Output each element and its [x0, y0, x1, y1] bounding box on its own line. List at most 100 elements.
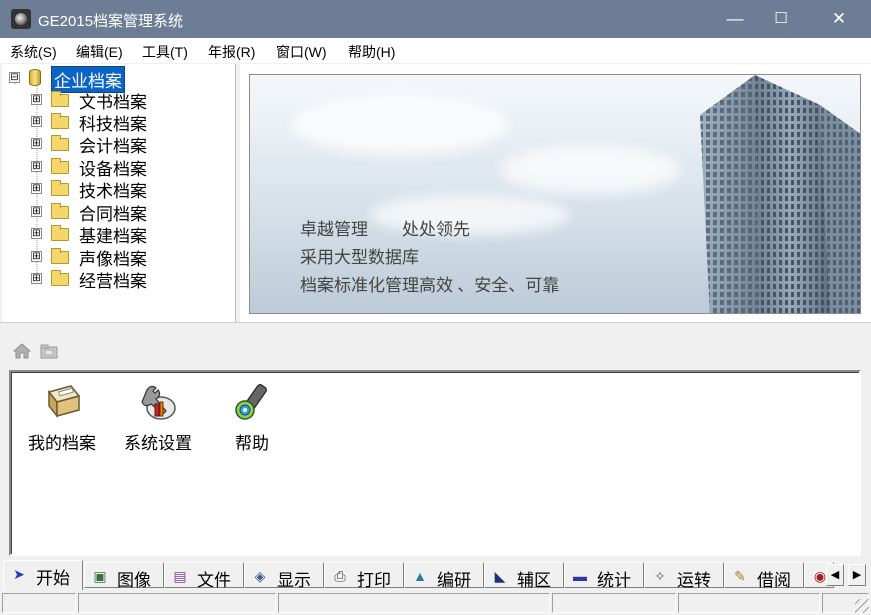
tree-item-label: 基建档案 [79, 227, 147, 246]
shortcut-help[interactable]: 帮助 [209, 380, 295, 454]
status-panel [2, 593, 76, 613]
tab-print[interactable]: ⎙ 打印 [324, 562, 404, 590]
tab-label: 文件 [197, 571, 231, 590]
home-icon[interactable] [12, 343, 32, 359]
cloud [500, 145, 680, 195]
tree-expand-icon[interactable]: ⊞ [31, 116, 42, 127]
settings-tools-icon [141, 385, 176, 420]
archive-box-icon [47, 385, 81, 419]
tree-root[interactable]: ⊟ 企业档案 [2, 66, 236, 93]
tab-research[interactable]: ▲ 编研 [404, 562, 484, 590]
status-panel [678, 593, 820, 613]
tree-item-technology[interactable]: ⊞ 科技档案 [2, 110, 236, 134]
tree-expand-icon[interactable]: ⊞ [31, 228, 42, 239]
tree-expand-icon[interactable]: ⊞ [31, 273, 42, 284]
tree-expand-icon[interactable]: ⊞ [31, 251, 42, 262]
skyscraper-illustration [700, 75, 860, 313]
module-tab-bar: ➤ 开始 ▣ 图像 ▤ 文件 ◈ 显示 ⎙ 打印 ▲ 编研 ◣ 辅区 ▬ 统计 … [0, 559, 871, 591]
status-panel [78, 593, 276, 613]
tab-label: 辅区 [517, 571, 551, 590]
folder-nav-icon[interactable] [40, 343, 58, 359]
tab-label: 打印 [357, 571, 391, 590]
status-panel [278, 593, 550, 613]
tree-item-documents[interactable]: ⊞ 文书档案 [2, 88, 236, 112]
tree-expand-icon[interactable]: ⊞ [31, 183, 42, 194]
tab-image[interactable]: ▣ 图像 [84, 562, 164, 590]
folder-icon [51, 135, 69, 151]
resize-grip-icon[interactable] [855, 599, 869, 613]
image-icon: ▣ [93, 568, 107, 584]
pane-splitter[interactable] [0, 322, 871, 330]
folder-icon [51, 113, 69, 129]
banner-slogan-line-3: 档案标准化管理高效 、安全、可靠 [300, 276, 560, 295]
research-icon: ▲ [413, 568, 427, 584]
app-logo-icon [11, 9, 31, 29]
shortcut-label: 我的档案 [28, 434, 96, 453]
cloud [290, 95, 510, 155]
status-panel [552, 593, 676, 613]
tree-item-label: 技术档案 [79, 182, 147, 201]
shortcut-area: 我的档案 系统设置 帮助 [9, 370, 861, 556]
close-button[interactable]: ✕ [816, 0, 862, 38]
tab-auxiliary[interactable]: ◣ 辅区 [484, 562, 564, 590]
tab-statistics[interactable]: ▬ 统计 [564, 562, 644, 590]
status-bar [0, 591, 871, 615]
tab-label: 统计 [597, 571, 631, 590]
menu-help[interactable]: 帮助(H) [348, 42, 395, 62]
tab-scroll-right-button[interactable]: ▶ [848, 564, 866, 586]
tab-label: 借阅 [757, 571, 791, 590]
transfer-icon: ✧ [654, 568, 666, 584]
statistics-icon: ▬ [573, 568, 587, 584]
chart-icon: ◣ [494, 568, 506, 584]
tab-scroll-left-button[interactable]: ◀ [826, 564, 844, 586]
menu-tools[interactable]: 工具(T) [142, 42, 188, 62]
tab-display[interactable]: ◈ 显示 [244, 562, 324, 590]
tab-label: 显示 [277, 571, 311, 590]
folder-icon [51, 158, 69, 174]
tree-item-business[interactable]: ⊞ 经营档案 [2, 267, 236, 291]
maximize-button[interactable]: ☐ [758, 0, 804, 38]
title-bar: GE2015档案管理系统 — ☐ ✕ [0, 0, 871, 38]
archive-tree: ⊟ 企业档案 ⊞ 文书档案 ⊞ 科技档案 ⊞ 会计档案 ⊞ 设备档案 ⊞ 技术档… [2, 64, 236, 322]
minimize-button[interactable]: — [712, 0, 758, 38]
tab-label: 运转 [677, 571, 711, 590]
tab-file[interactable]: ▤ 文件 [164, 562, 244, 590]
tab-label: 开始 [36, 569, 70, 588]
tree-expand-icon[interactable]: ⊞ [31, 161, 42, 172]
tab-start[interactable]: ➤ 开始 [3, 560, 83, 590]
menu-annual-report[interactable]: 年报(R) [208, 42, 255, 62]
menu-edit[interactable]: 编辑(E) [76, 42, 123, 62]
database-icon [29, 69, 41, 86]
tree-item-technical[interactable]: ⊞ 技术档案 [2, 177, 236, 201]
shortcut-system-settings[interactable]: 系统设置 [115, 380, 201, 454]
banner-image: 卓越管理 处处领先 采用大型数据库 档案标准化管理高效 、安全、可靠 [249, 74, 861, 314]
tree-item-accounting[interactable]: ⊞ 会计档案 [2, 132, 236, 156]
tree-item-audiovisual[interactable]: ⊞ 声像档案 [2, 245, 236, 269]
menu-window[interactable]: 窗口(W) [276, 42, 327, 62]
tree-expand-icon[interactable]: ⊞ [31, 94, 42, 105]
banner-slogan-line-2: 采用大型数据库 [300, 248, 419, 267]
folder-icon [51, 225, 69, 241]
tab-borrow[interactable]: ✎ 借阅 [724, 562, 804, 590]
tree-item-label: 经营档案 [79, 272, 147, 291]
borrow-icon: ✎ [734, 568, 746, 584]
folder-icon [51, 270, 69, 286]
tree-expand-icon[interactable]: ⊞ [31, 138, 42, 149]
printer-icon: ⎙ [334, 568, 346, 584]
shortcut-label: 帮助 [235, 434, 269, 453]
tree-expand-icon[interactable]: ⊞ [31, 206, 42, 217]
menu-system[interactable]: 系统(S) [10, 42, 57, 62]
tree-item-equipment[interactable]: ⊞ 设备档案 [2, 155, 236, 179]
folder-icon [51, 248, 69, 264]
tab-transfer[interactable]: ✧ 运转 [644, 562, 724, 590]
display-icon: ◈ [254, 568, 266, 584]
banner-panel: 卓越管理 处处领先 采用大型数据库 档案标准化管理高效 、安全、可靠 [240, 64, 871, 322]
tree-item-construction[interactable]: ⊞ 基建档案 [2, 222, 236, 246]
shortcut-label: 系统设置 [124, 434, 192, 453]
shortcut-my-archives[interactable]: 我的档案 [19, 380, 105, 454]
tree-collapse-icon[interactable]: ⊟ [9, 72, 20, 83]
window-title: GE2015档案管理系统 [38, 13, 184, 30]
menu-bar: 系统(S) 编辑(E) 工具(T) 年报(R) 窗口(W) 帮助(H) [0, 38, 871, 63]
tree-item-contracts[interactable]: ⊞ 合同档案 [2, 200, 236, 224]
banner-slogan-line-1: 卓越管理 处处领先 [300, 220, 470, 239]
